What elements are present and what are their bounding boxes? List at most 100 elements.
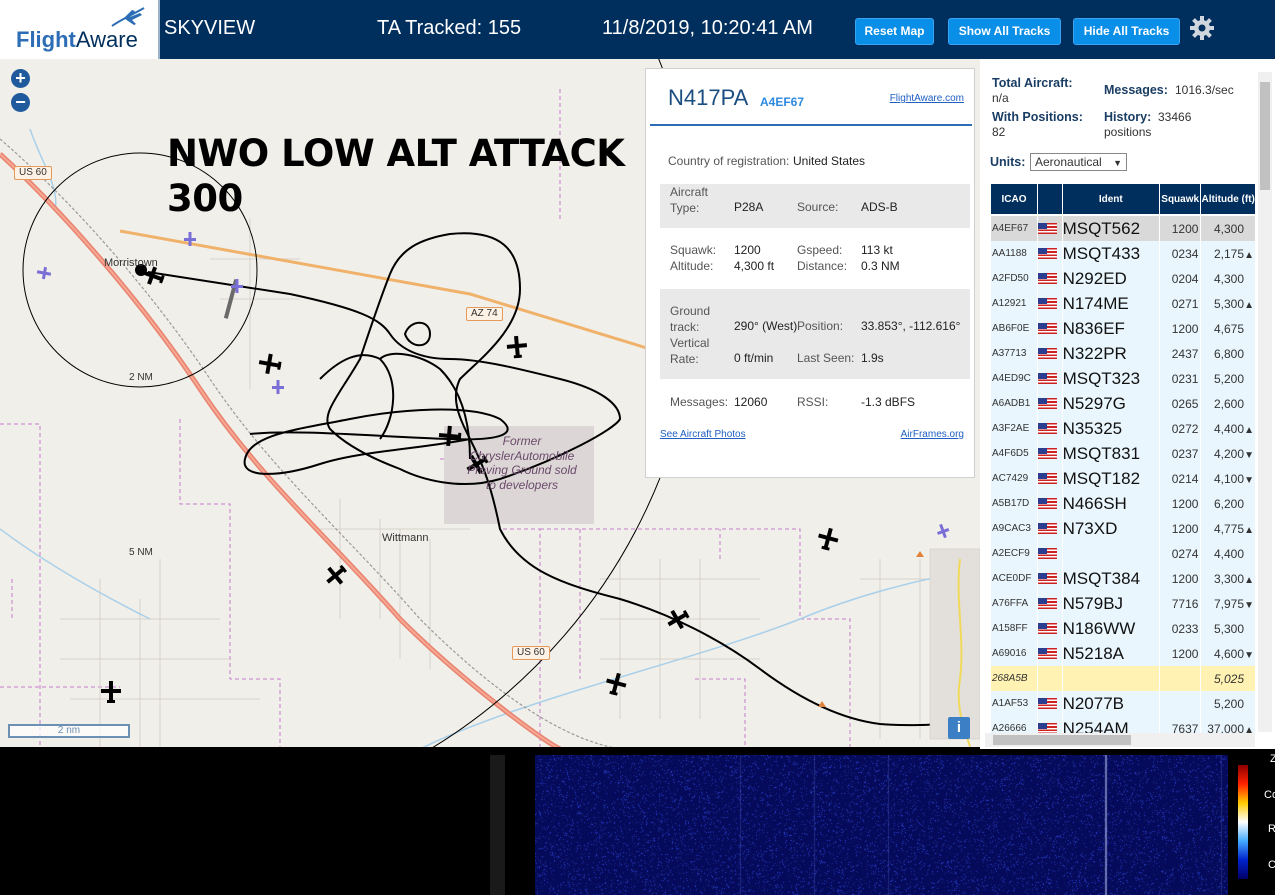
table-row[interactable]: A37713 N322PR 2437 6,800 (991, 341, 1255, 366)
aircraft-info-popup: N417PA A4EF67 FlightAware.com Country of… (645, 68, 975, 478)
table-row[interactable]: A158FF N186WW 0233 5,300 (991, 616, 1255, 641)
table-row[interactable]: A76FFA N579BJ 7716 7,975▼ (991, 591, 1255, 616)
cell-icao: A12921 (991, 291, 1038, 316)
us-flag-icon (1038, 498, 1058, 510)
messages-value: 12060 (734, 395, 768, 409)
cell-squawk: 1200 (1159, 566, 1201, 591)
cell-squawk: 0271 (1159, 291, 1201, 316)
flightaware-logo[interactable]: FlightAware (0, 0, 160, 59)
table-row[interactable]: A2ECF9 0274 4,400 (991, 541, 1255, 566)
label-morristown: Morristown (104, 257, 158, 269)
cell-altitude: 3,300▲ (1201, 566, 1255, 591)
airframes-link[interactable]: AirFrames.org (901, 429, 964, 440)
col-altitude[interactable]: Altitude (ft) (1201, 184, 1255, 216)
total-aircraft-label: Total Aircraft: (992, 76, 1073, 90)
cell-icao: A3F2AE (991, 416, 1038, 441)
history-value: 33466 positions (1104, 110, 1192, 139)
table-row[interactable]: A12921 N174ME 0271 5,300▲ (991, 291, 1255, 316)
table-row[interactable]: A4ED9C MSQT323 0231 5,200 (991, 366, 1255, 391)
cell-flag (1038, 441, 1062, 466)
messages-rate-value: 1016.3/sec (1175, 83, 1234, 97)
table-row[interactable]: AC7429 MSQT182 0214 4,100▼ (991, 466, 1255, 491)
cell-squawk: 0214 (1159, 466, 1201, 491)
info-button[interactable]: i (948, 717, 970, 739)
cell-altitude: 4,400 (1201, 541, 1255, 566)
table-row[interactable]: A9CAC3 N73XD 1200 4,775▲ (991, 516, 1255, 541)
cell-squawk: 2437 (1159, 341, 1201, 366)
messages-rate-label: Messages: (1104, 83, 1168, 97)
cell-altitude: 4,300 (1201, 216, 1255, 241)
cell-altitude: 6,800 (1201, 341, 1255, 366)
reset-map-button[interactable]: Reset Map (855, 18, 934, 45)
cell-flag (1038, 216, 1062, 241)
us-flag-icon (1038, 598, 1058, 610)
tracked-count: TA Tracked: 155 (377, 17, 522, 39)
table-row[interactable]: AB6F0E N836EF 1200 4,675 (991, 316, 1255, 341)
cell-icao: 268A5B (991, 666, 1038, 691)
map-view[interactable]: + − NWO LOW ALT ATTACK 300 Morristown Wi… (0, 59, 980, 747)
us-flag-icon (1038, 523, 1058, 535)
squawk-value: 1200 (734, 243, 761, 257)
table-row[interactable]: A2FD50 N292ED 0204 4,300 (991, 266, 1255, 291)
cell-ident: N73XD (1062, 516, 1159, 541)
cell-flag (1038, 291, 1062, 316)
cell-flag (1038, 491, 1062, 516)
edge-text-r: R (1268, 823, 1275, 835)
cell-squawk: 0272 (1159, 416, 1201, 441)
table-row[interactable]: A3F2AE N35325 0272 4,400▲ (991, 416, 1255, 441)
col-flag[interactable] (1038, 184, 1062, 216)
cell-icao: A4F6D5 (991, 441, 1038, 466)
shield-us60-north: US 60 (14, 166, 52, 180)
aircraft-photos-link[interactable]: See Aircraft Photos (660, 429, 746, 440)
cell-icao: A69016 (991, 641, 1038, 666)
cell-ident: N174ME (1062, 291, 1159, 316)
cell-altitude: 5,200 (1201, 366, 1255, 391)
col-ident[interactable]: Ident (1062, 184, 1159, 216)
cell-ident: N186WW (1062, 616, 1159, 641)
vrate-value: 0 ft/min (734, 351, 774, 365)
zoom-out-button[interactable]: − (11, 93, 30, 112)
country-value: United States (793, 154, 866, 168)
table-row[interactable]: A69016 N5218A 1200 4,600▼ (991, 641, 1255, 666)
edge-text-z: Z (1270, 753, 1275, 765)
table-row[interactable]: A5B17D N466SH 1200 6,200 (991, 491, 1255, 516)
popup-registration: N417PA (668, 85, 749, 110)
table-row[interactable]: A4F6D5 MSQT831 0237 4,200▼ (991, 441, 1255, 466)
cell-icao: A5B17D (991, 491, 1038, 516)
overlay-annotation: NWO LOW ALT ATTACK 300 (167, 131, 625, 221)
col-icao[interactable]: ICAO (991, 184, 1038, 216)
sidebar-horizontal-scrollbar[interactable] (985, 733, 1255, 747)
cell-icao: ACE0DF (991, 566, 1038, 591)
col-squawk[interactable]: Squawk (1159, 184, 1201, 216)
cell-squawk: 0265 (1159, 391, 1201, 416)
flightaware-link[interactable]: FlightAware.com (890, 93, 964, 104)
cell-squawk: 1200 (1159, 316, 1201, 341)
table-row[interactable]: A6ADB1 N5297G 0265 2,600 (991, 391, 1255, 416)
table-row[interactable]: A1AF53 N2077B 5,200 (991, 691, 1255, 716)
cell-altitude: 4,300 (1201, 266, 1255, 291)
cell-icao: AA1188 (991, 241, 1038, 266)
cell-icao: A4EF67 (991, 216, 1038, 241)
table-row[interactable]: A4EF67 MSQT562 1200 4,300 (991, 216, 1255, 241)
sidebar-vertical-scrollbar[interactable] (1258, 72, 1272, 732)
units-select[interactable]: Aeronautical (1030, 153, 1127, 171)
gear-icon[interactable] (1188, 14, 1216, 42)
altitude-trend-icon: ▲ (1244, 424, 1254, 436)
table-row[interactable]: ACE0DF MSQT384 1200 3,300▲ (991, 566, 1255, 591)
scale-bar: 2 nm (8, 724, 130, 738)
altitude-trend-icon: ▲ (1244, 299, 1254, 311)
cell-flag (1038, 391, 1062, 416)
cell-ident: N5218A (1062, 641, 1159, 666)
show-all-tracks-button[interactable]: Show All Tracks (948, 18, 1061, 45)
zoom-in-button[interactable]: + (11, 69, 30, 88)
cell-ident: N466SH (1062, 491, 1159, 516)
table-row[interactable]: 268A5B 5,025 (991, 666, 1255, 691)
table-row[interactable]: AA1188 MSQT433 0234 2,175▲ (991, 241, 1255, 266)
cell-ident: N322PR (1062, 341, 1159, 366)
us-flag-icon (1038, 473, 1058, 485)
cell-squawk: 1200 (1159, 491, 1201, 516)
cell-altitude: 5,200 (1201, 691, 1255, 716)
hide-all-tracks-button[interactable]: Hide All Tracks (1073, 18, 1180, 45)
gspeed-value: 113 kt (861, 243, 893, 257)
cell-icao: A158FF (991, 616, 1038, 641)
